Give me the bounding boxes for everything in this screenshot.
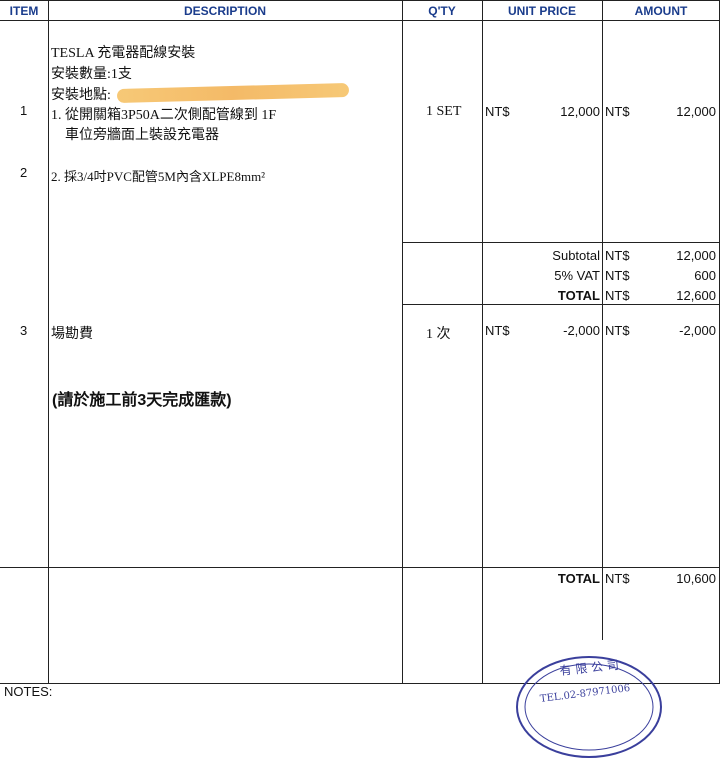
subtotal-label: Subtotal (552, 248, 600, 263)
header-unit-price: UNIT PRICE (507, 4, 576, 18)
grand-total-top-border (0, 567, 720, 568)
subtotal-bottom-border (402, 304, 720, 305)
amount-currency: NT$ (605, 323, 630, 338)
subtotal-top-border (402, 242, 720, 243)
item-description-line: TESLA 充電器配線安裝 (51, 46, 196, 61)
company-stamp: 有 限 公 司 TEL.02-87971006 (516, 656, 662, 758)
subtotal-total-currency: NT$ (605, 288, 630, 303)
unit-price-value: -2,000 (563, 323, 600, 338)
grand-total-value: 10,600 (676, 571, 716, 586)
subtotal-value: 12,000 (676, 248, 716, 263)
subtotal-total-value: 12,600 (676, 288, 716, 303)
col-divider-desc (402, 0, 403, 683)
unit-price-currency: NT$ (485, 323, 510, 338)
table-top-border (0, 0, 720, 1)
header-qty: Q'TY (428, 4, 456, 18)
amount-currency: NT$ (605, 104, 630, 119)
vat-value: 600 (694, 268, 716, 283)
item-description-line: 2. 採3/4吋PVC配管5M內含XLPE8mm² (51, 169, 266, 184)
header-item: ITEM (9, 4, 39, 18)
item-description-line: 1. 從開關箱3P50A二次側配管線到 1F (51, 108, 277, 123)
col-divider-unit (602, 0, 603, 640)
item-number: 3 (20, 323, 28, 338)
notes-label: NOTES: (4, 684, 53, 699)
redaction-mark (116, 82, 350, 104)
item-description-line: 場勘費 (51, 327, 93, 342)
grand-total-label: TOTAL (557, 571, 600, 586)
subtotal-total-label: TOTAL (557, 288, 600, 303)
stamp-tel: TEL.02-87971006 (539, 683, 630, 705)
header-description: DESCRIPTION (183, 4, 266, 18)
item-qty: 1 次 (426, 327, 451, 342)
vat-currency: NT$ (605, 268, 630, 283)
item-number: 2 (20, 165, 28, 180)
amount-value: -2,000 (679, 323, 716, 338)
payment-note: (請於施工前3天完成匯款) (52, 392, 232, 409)
col-divider-item (48, 0, 49, 683)
unit-price-value: 12,000 (560, 104, 600, 119)
amount-value: 12,000 (676, 104, 716, 119)
grand-total-currency: NT$ (605, 571, 630, 586)
item-description-line: 安裝數量:1支 (51, 67, 132, 82)
col-divider-qty (482, 0, 483, 683)
unit-price-currency: NT$ (485, 104, 510, 119)
header-bottom-border (0, 20, 720, 21)
item-description-line: 車位旁牆面上裝設充電器 (65, 128, 219, 143)
item-description-line: 安裝地點: (51, 88, 111, 103)
subtotal-currency: NT$ (605, 248, 630, 263)
stamp-top-text: 有 限 公 司 (559, 658, 620, 678)
vat-label: 5% VAT (554, 268, 600, 283)
item-number: 1 (20, 103, 28, 118)
header-amount: AMOUNT (634, 4, 688, 18)
item-qty: 1 SET (426, 104, 462, 119)
